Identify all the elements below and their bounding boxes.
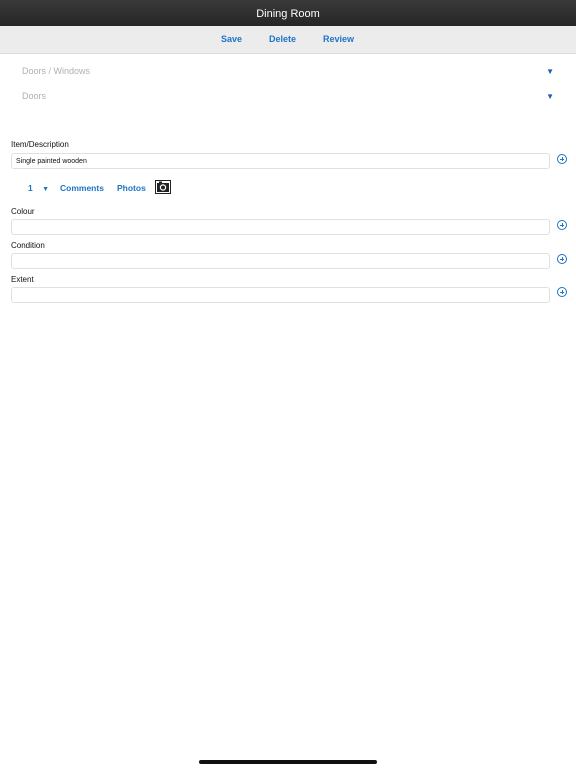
- subcategory-dropdown-value: Doors: [22, 91, 47, 101]
- toolbar: Save Delete Review: [0, 26, 576, 54]
- add-extent-icon[interactable]: [557, 287, 567, 297]
- delete-button[interactable]: Delete: [269, 26, 296, 53]
- quantity-value: 1: [28, 183, 33, 193]
- triangle-down-icon: ▼: [42, 186, 50, 193]
- extent-field[interactable]: [11, 287, 550, 303]
- condition-field[interactable]: [11, 253, 550, 269]
- triangle-down-icon: ▼: [546, 67, 554, 76]
- item-description-label: Item/Description: [11, 140, 69, 149]
- photos-button[interactable]: Photos: [117, 183, 146, 193]
- category-dropdown-value: Doors / Windows: [22, 66, 91, 76]
- subcategory-dropdown[interactable]: Doors ▼: [22, 91, 554, 105]
- triangle-down-icon: ▼: [546, 92, 554, 101]
- save-button[interactable]: Save: [221, 26, 242, 53]
- camera-icon[interactable]: [155, 180, 171, 194]
- window-title: Dining Room: [256, 8, 320, 20]
- quantity-selector[interactable]: 1 ▼: [28, 183, 49, 193]
- item-details-row: 1 ▼ Comments Photos: [0, 180, 576, 196]
- title-bar: Dining Room: [0, 0, 576, 26]
- colour-field[interactable]: [11, 219, 550, 235]
- comments-button[interactable]: Comments: [60, 183, 104, 193]
- item-description-field[interactable]: Single painted wooden: [11, 153, 550, 169]
- add-colour-icon[interactable]: [557, 220, 567, 230]
- add-item-description-icon[interactable]: [557, 154, 567, 164]
- add-condition-icon[interactable]: [557, 254, 567, 264]
- category-dropdown[interactable]: Doors / Windows ▼: [22, 66, 554, 80]
- colour-label: Colour: [11, 207, 35, 216]
- home-indicator[interactable]: [199, 760, 377, 764]
- extent-label: Extent: [11, 275, 34, 284]
- review-button[interactable]: Review: [323, 26, 354, 53]
- condition-label: Condition: [11, 241, 45, 250]
